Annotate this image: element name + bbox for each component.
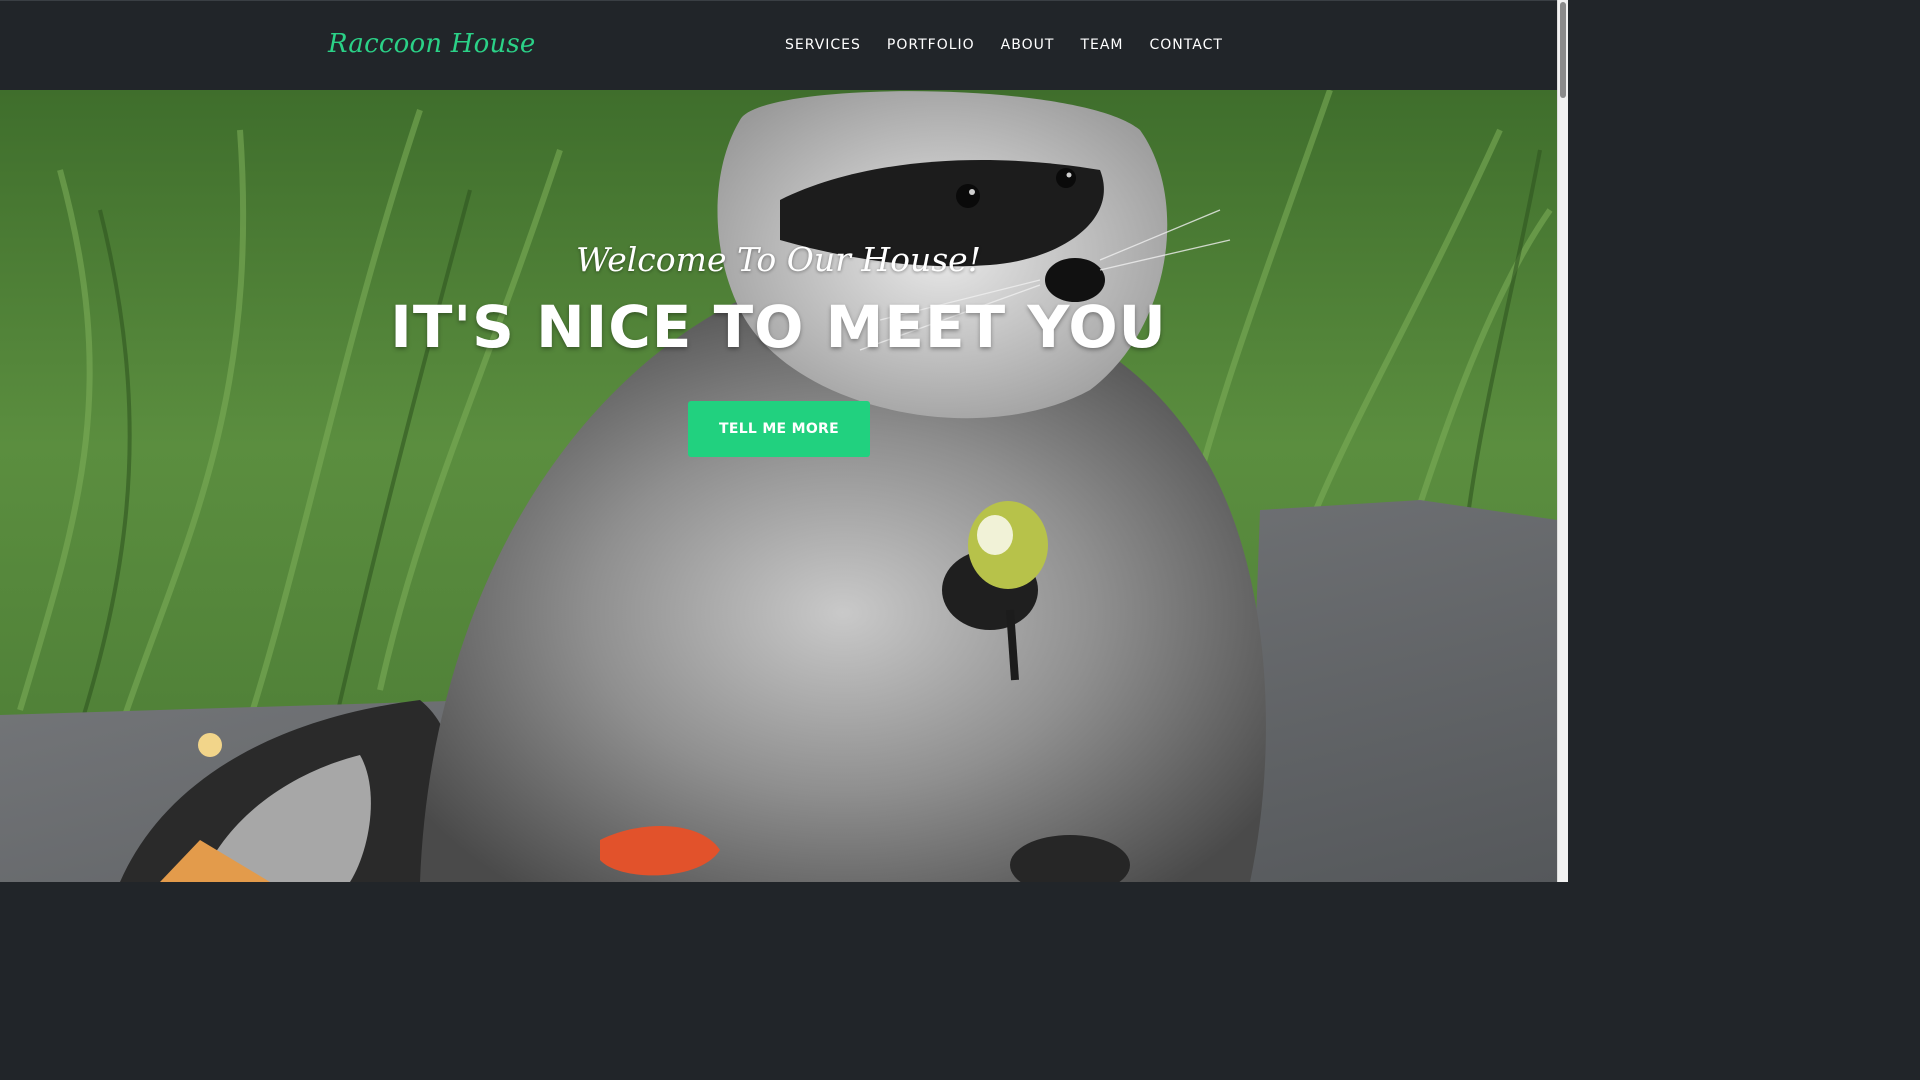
vertical-scrollbar[interactable]: [1557, 0, 1568, 882]
nav-link-services[interactable]: SERVICES: [785, 37, 861, 53]
hero-background-image: [0, 90, 1557, 882]
hero-heading: IT'S NICE TO MEET YOU: [390, 293, 1167, 361]
navbar: Raccoon House SERVICES PORTFOLIO ABOUT T…: [0, 0, 1557, 90]
nav-link-contact[interactable]: CONTACT: [1150, 37, 1223, 53]
scrollbar-thumb[interactable]: [1560, 2, 1566, 98]
nav-links: SERVICES PORTFOLIO ABOUT TEAM CONTACT: [785, 37, 1223, 53]
tell-me-more-button[interactable]: TELL ME MORE: [688, 401, 870, 457]
nav-link-about[interactable]: ABOUT: [1001, 37, 1055, 53]
page: Raccoon House SERVICES PORTFOLIO ABOUT T…: [0, 0, 1568, 882]
hero-subheading: Welcome To Our House!: [576, 240, 981, 279]
hero-section: Welcome To Our House! IT'S NICE TO MEET …: [0, 90, 1557, 882]
nav-link-team[interactable]: TEAM: [1080, 37, 1123, 53]
nav-link-portfolio[interactable]: PORTFOLIO: [887, 37, 975, 53]
brand-logo[interactable]: Raccoon House: [328, 29, 536, 59]
